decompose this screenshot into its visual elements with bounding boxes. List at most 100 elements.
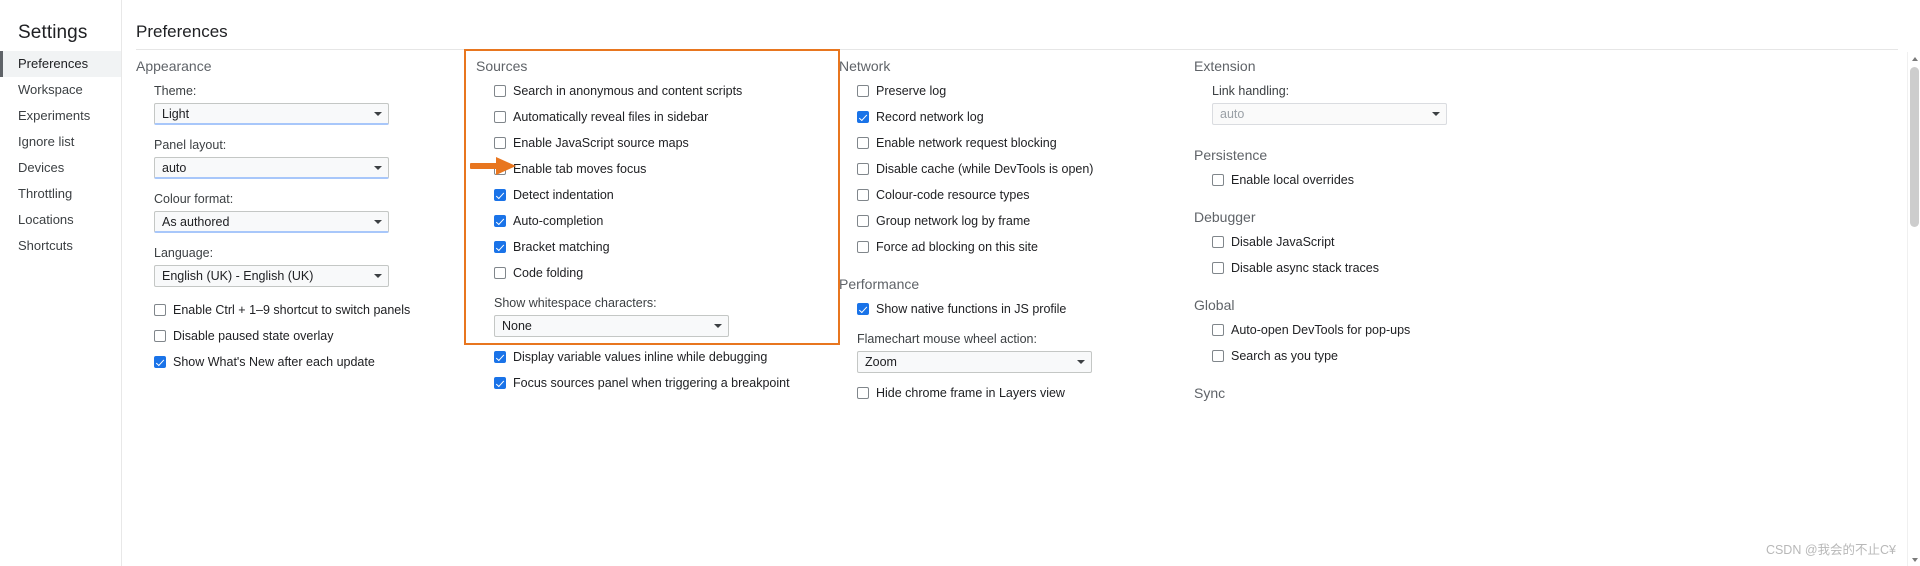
- whitespace-select[interactable]: None: [494, 315, 729, 337]
- vertical-scrollbar[interactable]: [1907, 52, 1920, 566]
- theme-select-value[interactable]: Light: [154, 103, 389, 125]
- theme-select[interactable]: Light: [154, 103, 389, 125]
- checkbox-unchecked-icon[interactable]: [857, 387, 869, 399]
- colour-format-select-value[interactable]: As authored: [154, 211, 389, 233]
- checkbox-row[interactable]: Automatically reveal files in sidebar: [494, 110, 836, 124]
- language-select-value[interactable]: English (UK) - English (UK): [154, 265, 389, 287]
- sidebar-item-label: Throttling: [18, 186, 73, 201]
- performance-checkbox-group-2: Hide chrome frame in Layers view: [839, 386, 1194, 400]
- checkbox-row[interactable]: Focus sources panel when triggering a br…: [494, 376, 836, 390]
- page-title: Preferences: [136, 22, 228, 41]
- checkbox-row[interactable]: Search in anonymous and content scripts: [494, 84, 836, 98]
- checkbox-row[interactable]: Disable cache (while DevTools is open): [857, 162, 1194, 176]
- panel-layout-select-value[interactable]: auto: [154, 157, 389, 179]
- checkbox-label: Disable JavaScript: [1231, 235, 1335, 249]
- checkbox-unchecked-icon[interactable]: [1212, 262, 1224, 274]
- sidebar-item-label: Workspace: [18, 82, 83, 97]
- checkbox-label: Auto-open DevTools for pop-ups: [1231, 323, 1411, 337]
- checkbox-row[interactable]: Preserve log: [857, 84, 1194, 98]
- checkbox-unchecked-icon[interactable]: [494, 163, 506, 175]
- checkbox-row[interactable]: Show native functions in JS profile: [857, 302, 1194, 316]
- checkbox-checked-icon[interactable]: [857, 303, 869, 315]
- flamechart-select-value[interactable]: Zoom: [857, 351, 1092, 373]
- checkbox-unchecked-icon[interactable]: [1212, 174, 1224, 186]
- checkbox-checked-icon[interactable]: [154, 356, 166, 368]
- checkbox-unchecked-icon[interactable]: [857, 215, 869, 227]
- checkbox-row[interactable]: Enable network request blocking: [857, 136, 1194, 150]
- scroll-up-arrow-icon[interactable]: [1908, 52, 1920, 65]
- checkbox-row[interactable]: Enable Ctrl + 1–9 shortcut to switch pan…: [154, 303, 476, 317]
- checkbox-unchecked-icon[interactable]: [494, 111, 506, 123]
- column-sources: Sources Search in anonymous and content …: [476, 58, 836, 390]
- checkbox-row[interactable]: Disable async stack traces: [1212, 261, 1554, 275]
- checkbox-label: Disable cache (while DevTools is open): [876, 162, 1094, 176]
- checkbox-unchecked-icon[interactable]: [857, 163, 869, 175]
- watermark-text: CSDN @我会的不止C¥: [1765, 543, 1896, 557]
- sidebar-item-label: Devices: [18, 160, 65, 175]
- checkbox-label: Disable paused state overlay: [173, 329, 334, 343]
- checkbox-unchecked-icon[interactable]: [154, 330, 166, 342]
- checkbox-row[interactable]: Enable local overrides: [1212, 173, 1554, 187]
- checkbox-label: Enable tab moves focus: [513, 162, 647, 176]
- checkbox-row[interactable]: Detect indentation: [494, 188, 836, 202]
- checkbox-checked-icon[interactable]: [857, 111, 869, 123]
- checkbox-unchecked-icon[interactable]: [1212, 350, 1224, 362]
- checkbox-row[interactable]: Show What's New after each update: [154, 355, 476, 369]
- section-heading-persistence: Persistence: [1194, 147, 1268, 163]
- checkbox-row[interactable]: Disable paused state overlay: [154, 329, 476, 343]
- checkbox-unchecked-icon[interactable]: [857, 137, 869, 149]
- debugger-checkbox-group: Disable JavaScript Disable async stack tr…: [1194, 235, 1554, 275]
- checkbox-row[interactable]: Auto-open DevTools for pop-ups: [1212, 323, 1554, 337]
- panel-layout-label: Panel layout:: [154, 138, 227, 152]
- checkbox-row[interactable]: Auto-completion: [494, 214, 836, 228]
- checkbox-label: Bracket matching: [513, 240, 610, 254]
- checkbox-label: Show What's New after each update: [173, 355, 375, 369]
- checkbox-unchecked-icon[interactable]: [1212, 236, 1224, 248]
- checkbox-unchecked-icon[interactable]: [1212, 324, 1224, 336]
- checkbox-label: Auto-completion: [513, 214, 604, 228]
- sidebar-item-label: Ignore list: [18, 134, 75, 149]
- checkbox-row[interactable]: Enable tab moves focus: [494, 162, 836, 176]
- checkbox-unchecked-icon[interactable]: [154, 304, 166, 316]
- sidebar-item-label: Preferences: [18, 56, 89, 71]
- checkbox-row[interactable]: Disable JavaScript: [1212, 235, 1554, 249]
- checkbox-row[interactable]: Group network log by frame: [857, 214, 1194, 228]
- flamechart-label: Flamechart mouse wheel action:: [857, 332, 1037, 346]
- flamechart-select[interactable]: Zoom: [857, 351, 1092, 373]
- checkbox-checked-icon[interactable]: [494, 351, 506, 363]
- language-select[interactable]: English (UK) - English (UK): [154, 265, 389, 287]
- checkbox-checked-icon[interactable]: [494, 241, 506, 253]
- checkbox-row[interactable]: Code folding: [494, 266, 836, 280]
- checkbox-unchecked-icon[interactable]: [494, 85, 506, 97]
- section-heading-sync: Sync: [1194, 385, 1226, 401]
- checkbox-checked-icon[interactable]: [494, 215, 506, 227]
- link-handling-select-value[interactable]: auto: [1212, 103, 1447, 125]
- checkbox-unchecked-icon[interactable]: [857, 85, 869, 97]
- checkbox-row[interactable]: Enable JavaScript source maps: [494, 136, 836, 150]
- checkbox-label: Group network log by frame: [876, 214, 1031, 228]
- sidebar-item-label: Locations: [18, 212, 74, 227]
- checkbox-row[interactable]: Colour-code resource types: [857, 188, 1194, 202]
- checkbox-unchecked-icon[interactable]: [857, 241, 869, 253]
- checkbox-checked-icon[interactable]: [494, 377, 506, 389]
- checkbox-row[interactable]: Bracket matching: [494, 240, 836, 254]
- checkbox-row[interactable]: Record network log: [857, 110, 1194, 124]
- checkbox-checked-icon[interactable]: [494, 189, 506, 201]
- panel-layout-select[interactable]: auto: [154, 157, 389, 179]
- checkbox-unchecked-icon[interactable]: [494, 137, 506, 149]
- checkbox-row[interactable]: Force ad blocking on this site: [857, 240, 1194, 254]
- checkbox-row[interactable]: Display variable values inline while deb…: [494, 350, 836, 364]
- checkbox-unchecked-icon[interactable]: [857, 189, 869, 201]
- column-extension: Extension Link handling: auto Persistenc…: [1194, 58, 1554, 411]
- scrollbar-thumb[interactable]: [1910, 67, 1919, 227]
- network-checkbox-group: Preserve log Record network log Enable net…: [839, 84, 1194, 254]
- checkbox-unchecked-icon[interactable]: [494, 267, 506, 279]
- whitespace-select-value[interactable]: None: [494, 315, 729, 337]
- preferences-content: Preferences Appearance Theme: Light Pane…: [122, 0, 1920, 566]
- checkbox-label: Enable Ctrl + 1–9 shortcut to switch pan…: [173, 303, 411, 317]
- checkbox-row[interactable]: Hide chrome frame in Layers view: [857, 386, 1194, 400]
- link-handling-select[interactable]: auto: [1212, 103, 1447, 125]
- colour-format-select[interactable]: As authored: [154, 211, 389, 233]
- scroll-down-arrow-icon[interactable]: [1908, 553, 1920, 566]
- checkbox-row[interactable]: Search as you type: [1212, 349, 1554, 363]
